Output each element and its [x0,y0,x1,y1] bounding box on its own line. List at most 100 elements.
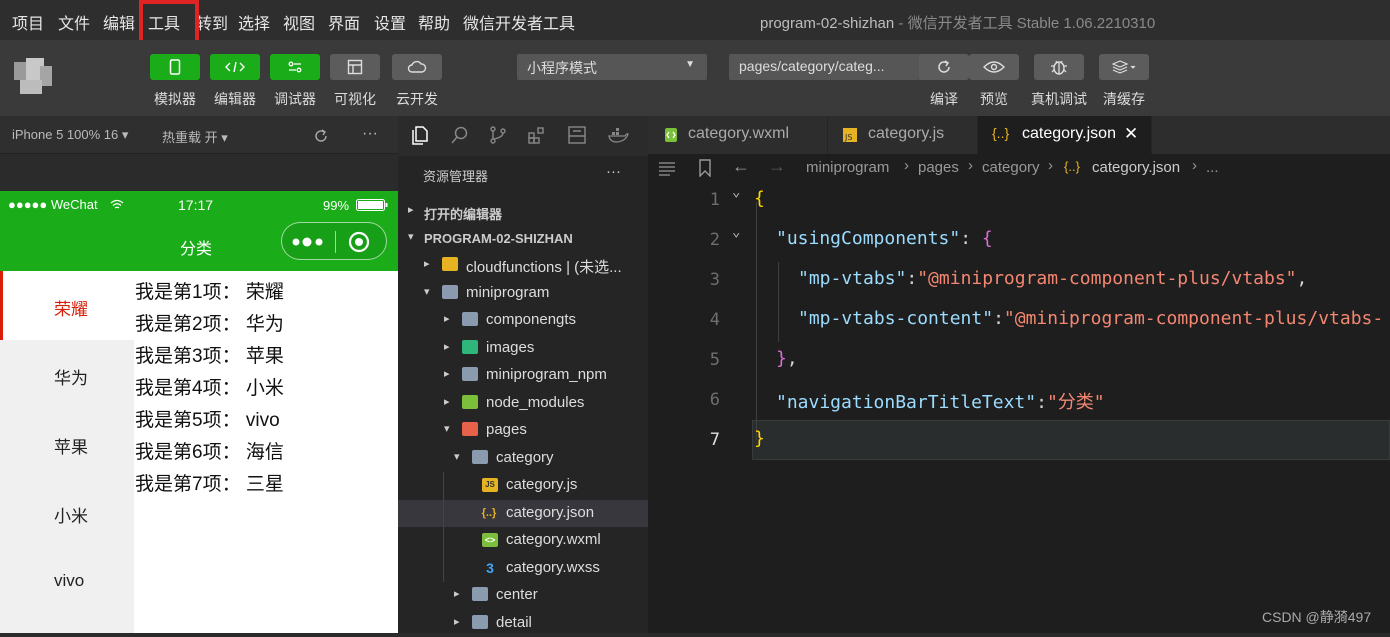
layers-icon [1111,60,1136,74]
project-section[interactable]: ▾ PROGRAM-02-SHIZHAN [398,225,648,252]
explorer-more-button[interactable]: ··· [606,163,621,180]
file-icon: <> [482,533,498,547]
docker-icon[interactable] [607,125,629,145]
compile-button[interactable] [919,54,969,80]
code-editor[interactable]: 1 2 3 4 5 6 7 ⌄ ⌄ { "usingComponents": {… [648,182,1390,633]
vtab-item[interactable]: 荣耀 [0,271,134,340]
tree-folder[interactable]: ▸ componengts [398,307,648,334]
visual-label: 可视化 [334,91,376,107]
tree-label: category.wxml [506,531,601,548]
bookmark-icon[interactable] [698,159,712,177]
menu-bar: 项目 文件 编辑 工具 转到 选择 视图 界面 设置 帮助 微信开发者工具 pr… [0,0,1390,46]
list-icon[interactable] [658,160,676,176]
editor-tab[interactable]: category.wxml [648,116,828,154]
breadcrumb-item[interactable]: category.json [1092,159,1180,176]
clear-cache-label: 清缓存 [1103,91,1145,107]
fold-chevron-icon[interactable]: ⌄ [732,224,740,240]
files-icon[interactable] [410,125,430,145]
tree-folder[interactable]: ▸ detail [398,610,648,637]
tree-folder[interactable]: ▸ cloudfunctions | (未选... [398,252,648,279]
content-line: 我是第6项： 海信 [135,442,284,463]
search-icon[interactable] [450,125,470,145]
tree-folder[interactable]: ▸ images [398,335,648,362]
menu-select[interactable]: 选择 [238,10,270,34]
menu-help[interactable]: 帮助 [418,10,450,34]
simulator-more-button[interactable]: ··· [362,125,378,143]
menu-settings[interactable]: 设置 [374,10,406,34]
extensions-icon[interactable] [527,125,547,145]
simulator-toolbar: iPhone 5 100% 16 ▾ 热重载 开 ▾ ··· [0,116,398,154]
page-select[interactable]: pages/category/categ... [729,54,919,80]
menu-view[interactable]: 视图 [283,10,315,34]
tree-folder[interactable]: ▸ center [398,582,648,609]
menu-interface[interactable]: 界面 [328,10,360,34]
back-arrow-icon[interactable]: ← [732,156,750,177]
tree-folder[interactable]: ▾ category [398,445,648,472]
simulator-label: 模拟器 [154,91,196,107]
tree-folder[interactable]: ▸ node_modules [398,390,648,417]
source-control-icon[interactable] [488,125,508,145]
menu-goto[interactable]: 转到 [196,10,228,34]
close-icon[interactable]: ✕ [1124,124,1138,144]
hot-reload-select[interactable]: 热重载 开 ▾ [162,127,228,146]
vtab-item[interactable]: 苹果 [0,409,134,478]
avatar[interactable] [10,52,58,100]
capsule-menu[interactable] [281,222,387,260]
breadcrumb-item[interactable]: miniprogram [806,159,889,176]
simulator-button[interactable] [150,54,200,80]
cloud-icon [407,60,427,73]
chevron-right-icon: ▸ [444,395,450,408]
rotate-icon[interactable] [313,128,329,144]
explorer-panel: 资源管理器 ··· ▸ 打开的编辑器 ▾ PROGRAM-02-SHIZHAN … [398,156,648,633]
watermark: CSDN @静漪497 [1262,609,1372,625]
code-line-4: "mp-vtabs-content":"@miniprogram-compone… [798,308,1384,329]
menu-edit[interactable]: 编辑 [103,10,135,34]
menu-wechat-devtools[interactable]: 微信开发者工具 [463,10,575,34]
carrier-label: ●●●●● WeChat [8,197,98,212]
tree-label: pages [486,421,527,438]
mode-select[interactable]: 小程序模式 ▼ [517,54,707,80]
breadcrumb-item[interactable]: ... [1206,159,1219,176]
eye-icon [983,61,1005,73]
device-select[interactable]: iPhone 5 100% 16 ▾ [12,127,128,143]
tree-folder[interactable]: ▾ pages [398,417,648,444]
panel-icon[interactable] [567,125,587,145]
cloud-button[interactable] [392,54,442,80]
chevron-right-icon: › [968,157,973,174]
tree-file[interactable]: {..} category.json [398,499,648,527]
forward-arrow-icon[interactable]: → [768,156,786,177]
vtab-item[interactable]: 华为 [0,340,134,409]
menu-file[interactable]: 文件 [58,10,90,34]
open-editors-section[interactable]: ▸ 打开的编辑器 [398,198,648,225]
tree-label: node_modules [486,393,585,411]
remote-debug-button[interactable] [1034,54,1084,80]
editor-button[interactable] [210,54,260,80]
chevron-down-icon: ▾ [408,231,414,243]
tree-file[interactable]: <> category.wxml [398,527,648,554]
editor-tab-active[interactable]: {..} category.json ✕ [978,116,1152,154]
code-line-1: { [754,188,765,209]
breadcrumb-item[interactable]: pages [918,159,959,176]
folder-icon [472,587,488,601]
tree-file[interactable]: 3 category.wxss [398,555,648,582]
more-dots-icon[interactable] [292,237,324,247]
layout-icon [347,59,363,75]
fold-chevron-icon[interactable]: ⌄ [732,184,740,200]
breadcrumb-item[interactable]: category [982,159,1040,176]
clear-cache-button[interactable] [1099,54,1149,80]
tree-file[interactable]: JS category.js [398,472,648,499]
preview-button[interactable] [969,54,1019,80]
close-miniprogram-icon[interactable] [348,231,370,253]
menu-project[interactable]: 项目 [12,10,44,34]
chevron-right-icon: ▸ [408,204,414,216]
tree-folder[interactable]: ▾ miniprogram [398,280,648,307]
vtab-item[interactable]: vivo [0,547,134,616]
editor-tab[interactable]: JS category.js [828,116,978,154]
tree-folder[interactable]: ▸ miniprogram_npm [398,362,648,389]
debugger-button[interactable] [270,54,320,80]
phone-nav-bar: 分类 [0,219,398,271]
project-label: PROGRAM-02-SHIZHAN [424,231,573,246]
vtab-item[interactable]: 小米 [0,478,134,547]
content-line: 我是第7项： 三星 [135,474,284,495]
visual-button[interactable] [330,54,380,80]
